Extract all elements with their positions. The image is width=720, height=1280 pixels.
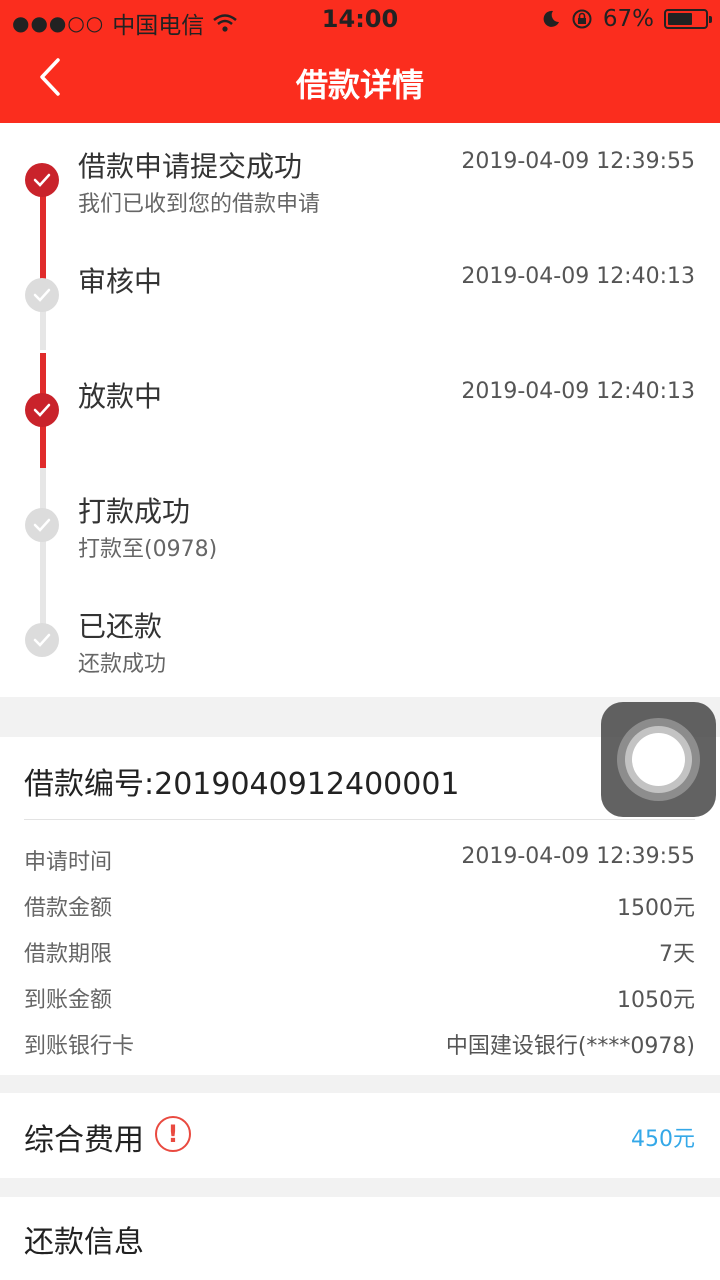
step-time: 2019-04-09 12:40:13 <box>461 264 695 289</box>
assistive-ring-inner <box>632 733 685 786</box>
fees-amount: 450元 <box>631 1127 695 1152</box>
status-bar: ●●●○○ 中国电信 14:00 67% <box>0 0 720 40</box>
detail-value: 2019-04-09 12:39:55 <box>461 844 695 869</box>
step-title: 借款申请提交成功 <box>78 150 303 183</box>
battery-percent: 67% <box>602 6 654 32</box>
step-title: 打款成功 <box>78 495 191 528</box>
detail-value: 1500元 <box>617 896 695 921</box>
page-title: 借款详情 <box>295 66 424 104</box>
fees-label: 综合费用 <box>24 1123 144 1158</box>
detail-row-term: 借款期限 7天 <box>24 936 695 967</box>
step-subtitle: 我们已收到您的借款申请 <box>78 192 321 217</box>
detail-row-bank-card: 到账银行卡 中国建设银行(****0978) <box>24 1028 695 1059</box>
moon-icon <box>543 10 559 27</box>
detail-value: 中国建设银行(****0978) <box>445 1034 695 1059</box>
fees-row[interactable]: 综合费用 ! 450元 <box>0 1093 720 1178</box>
loan-number: 借款编号:2019040912400001 <box>24 767 460 802</box>
step-title: 放款中 <box>78 380 163 413</box>
check-circle-icon <box>25 278 59 312</box>
rotation-lock-icon <box>572 9 592 29</box>
loan-progress-timeline: 借款申请提交成功 我们已收到您的借款申请 2019-04-09 12:39:55… <box>0 123 720 697</box>
detail-key: 借款期限 <box>24 942 113 967</box>
exclamation-circle-icon[interactable]: ! <box>155 1116 191 1152</box>
detail-key: 借款金额 <box>24 896 113 921</box>
detail-key: 到账金额 <box>24 988 113 1013</box>
divider <box>24 819 695 820</box>
step-subtitle: 还款成功 <box>78 652 167 677</box>
timeline-step-repaid: 已还款 还款成功 <box>0 583 720 698</box>
repayment-label: 还款信息 <box>24 1225 144 1260</box>
step-subtitle: 打款至(0978) <box>78 537 218 562</box>
check-circle-icon <box>25 623 59 657</box>
assistive-touch-button[interactable] <box>601 702 716 817</box>
header: ●●●○○ 中国电信 14:00 67% 借款详情 <box>0 0 720 123</box>
check-circle-icon <box>25 393 59 427</box>
timeline-step-disbursing: 放款中 2019-04-09 12:40:13 <box>0 353 720 468</box>
timeline-step-paid-out: 打款成功 打款至(0978) <box>0 468 720 583</box>
detail-value: 7天 <box>659 942 695 967</box>
detail-row-received-amount: 到账金额 1050元 <box>24 982 695 1013</box>
check-circle-icon <box>25 508 59 542</box>
detail-row-apply-time: 申请时间 2019-04-09 12:39:55 <box>24 844 695 875</box>
detail-row-amount: 借款金额 1500元 <box>24 890 695 921</box>
timeline-step-reviewing: 审核中 2019-04-09 12:40:13 <box>0 238 720 353</box>
battery-level <box>668 13 692 25</box>
detail-key: 申请时间 <box>24 850 113 875</box>
step-time: 2019-04-09 12:39:55 <box>461 149 695 174</box>
timeline-step-submitted: 借款申请提交成功 我们已收到您的借款申请 2019-04-09 12:39:55 <box>0 123 720 238</box>
detail-value: 1050元 <box>617 988 695 1013</box>
check-circle-icon <box>25 163 59 197</box>
step-time: 2019-04-09 12:40:13 <box>461 379 695 404</box>
repayment-section[interactable]: 还款信息 <box>0 1197 720 1280</box>
step-title: 已还款 <box>78 610 163 643</box>
step-title: 审核中 <box>78 265 163 298</box>
detail-key: 到账银行卡 <box>24 1034 135 1059</box>
battery-icon <box>664 9 712 29</box>
